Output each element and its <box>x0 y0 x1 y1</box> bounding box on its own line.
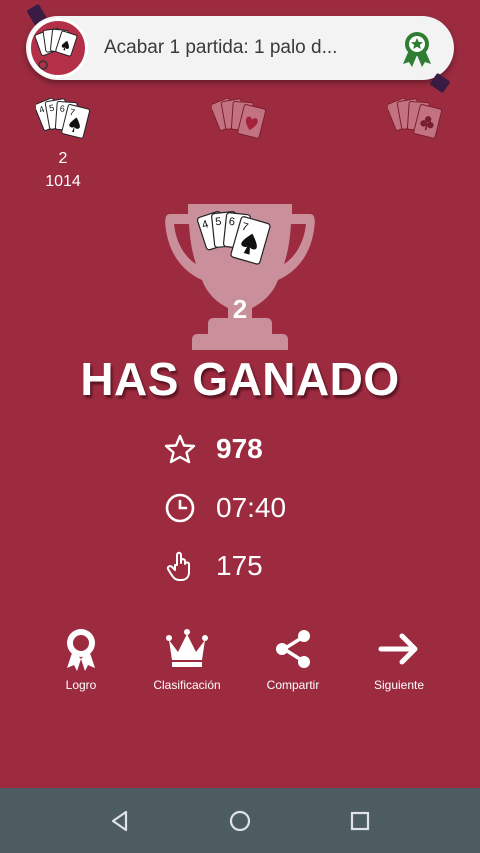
toast-text: Acabar 1 partida: 1 palo d... <box>104 37 338 58</box>
back-icon[interactable] <box>107 808 133 834</box>
crown-icon <box>166 629 208 667</box>
home-icon[interactable] <box>227 808 253 834</box>
points-value: 978 <box>216 433 263 464</box>
spades-pile-count: 2 <box>58 150 68 167</box>
time-value: 07:40 <box>216 492 287 523</box>
recents-icon[interactable] <box>347 808 373 834</box>
share-label: Compartir <box>266 678 320 692</box>
next-button[interactable]: Siguiente <box>344 626 454 696</box>
svg-text:6: 6 <box>59 104 65 114</box>
trophy-level: 2 <box>232 294 248 324</box>
win-title: HAS GANADO <box>80 353 400 405</box>
spades-pile-icon[interactable]: 4 5 6 7 <box>34 94 92 157</box>
svg-text:5: 5 <box>215 216 222 229</box>
toast-ribbon-decoration-right <box>429 72 451 94</box>
moves-value: 175 <box>216 550 263 581</box>
score-value: 1014 <box>45 173 81 190</box>
achievement-button[interactable]: Logro <box>26 626 136 696</box>
next-label: Siguiente <box>373 678 425 692</box>
leaderboard-button[interactable]: Clasificación <box>132 626 242 696</box>
share-button[interactable]: Compartir <box>238 626 348 696</box>
achievement-cards-icon <box>28 18 88 78</box>
share-icon <box>276 630 310 668</box>
arrow-right-icon <box>378 633 418 665</box>
trophy-icon: 4 5 6 7 <box>160 200 320 352</box>
award-ribbon-icon <box>400 30 434 68</box>
hearts-pile-icon <box>210 94 268 157</box>
achievement-label: Logro <box>65 678 97 692</box>
achievement-toast[interactable]: Acabar 1 partida: 1 palo d... <box>26 16 454 94</box>
hand-pointer-icon <box>162 550 198 582</box>
system-nav-bar <box>0 788 480 853</box>
game-result-screen: Acabar 1 partida: 1 palo d... 4 5 6 7 2 … <box>0 0 480 788</box>
star-icon <box>162 433 198 465</box>
clubs-pile-icon <box>386 94 444 157</box>
leaderboard-label: Clasificación <box>153 678 221 692</box>
svg-text:6: 6 <box>228 216 235 229</box>
award-icon <box>67 629 95 671</box>
clock-icon <box>162 492 198 524</box>
